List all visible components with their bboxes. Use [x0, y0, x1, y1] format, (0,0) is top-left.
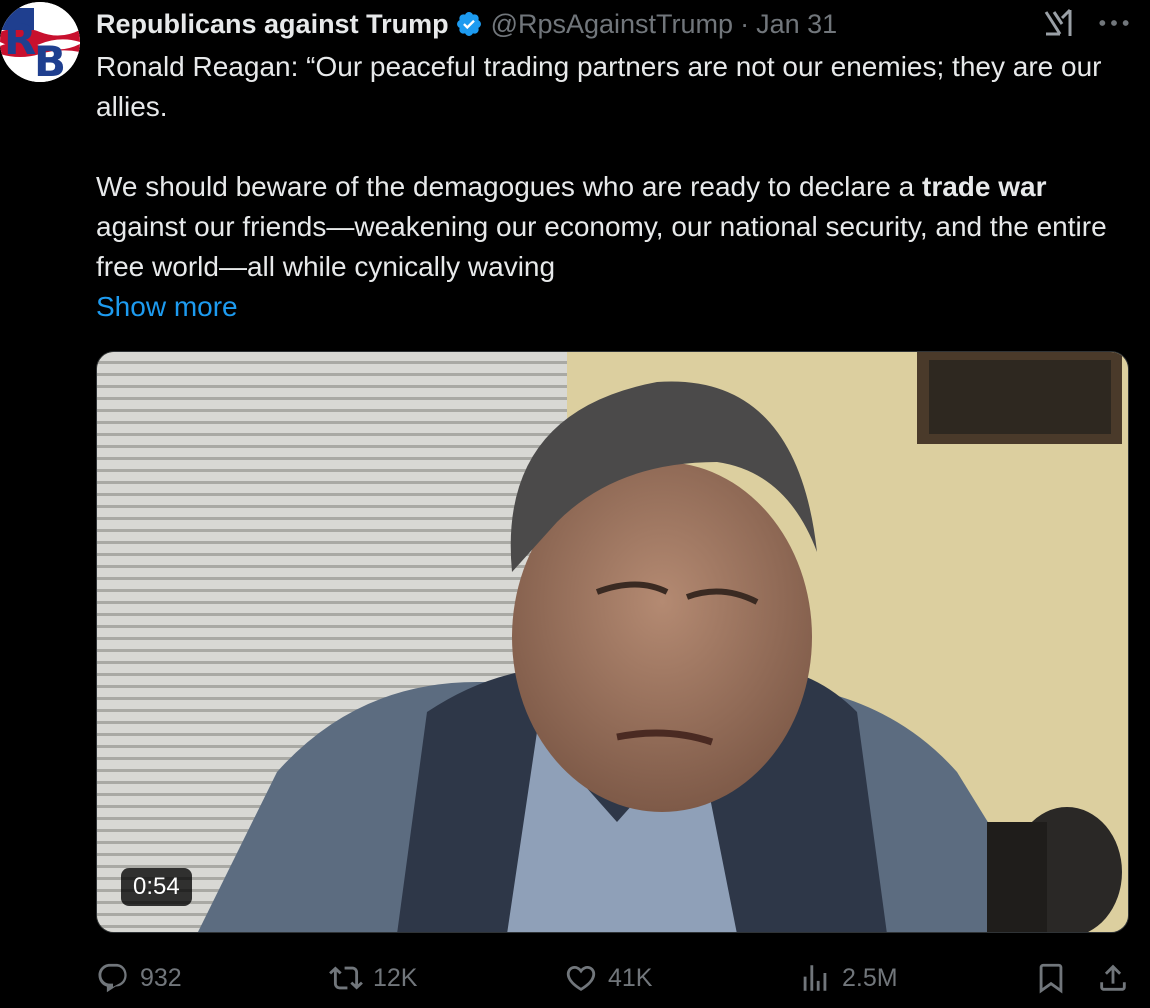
- views-button[interactable]: 2.5M: [798, 955, 898, 1001]
- like-count: 41K: [608, 963, 653, 992]
- show-more-link[interactable]: Show more: [96, 287, 238, 327]
- bookmark-button[interactable]: [1034, 955, 1068, 1001]
- tweet-bold-phrase: trade war: [922, 171, 1047, 202]
- like-button[interactable]: 41K: [564, 955, 652, 1001]
- avatar[interactable]: R B: [0, 2, 80, 82]
- tweet-text: Ronald Reagan: “Our peaceful trading par…: [96, 47, 1141, 287]
- video-frame: [97, 352, 1128, 932]
- action-bar: 932 12K 41K 2.5M: [96, 955, 1136, 1001]
- separator: ·: [740, 8, 750, 39]
- verified-badge-icon[interactable]: [455, 10, 483, 38]
- tweet-paragraph-1: Ronald Reagan: “Our peaceful trading par…: [96, 51, 1102, 122]
- share-icon: [1100, 964, 1126, 991]
- like-icon: [566, 965, 596, 991]
- views-icon: [803, 965, 827, 991]
- reply-icon: [98, 963, 127, 993]
- repost-icon: [329, 966, 363, 990]
- bookmark-icon: [1039, 963, 1063, 994]
- grok-icon[interactable]: [1040, 4, 1078, 42]
- svg-text:B: B: [34, 37, 66, 82]
- tweet-paragraph-2: We should beware of the demagogues who a…: [96, 167, 1141, 287]
- video-player[interactable]: 0:54: [96, 351, 1129, 933]
- share-button[interactable]: [1096, 955, 1130, 1001]
- author-name[interactable]: Republicans against Trump: [96, 9, 449, 40]
- reply-button[interactable]: 932: [96, 955, 182, 1001]
- svg-text:R: R: [4, 15, 36, 64]
- repost-count: 12K: [373, 963, 418, 992]
- tweet-text-segment: We should beware of the demagogues who a…: [96, 171, 922, 202]
- tweet-date[interactable]: Jan 31: [756, 9, 837, 40]
- views-count: 2.5M: [842, 963, 898, 992]
- author-handle[interactable]: @RpsAgainstTrump: [491, 9, 734, 40]
- tweet-text-segment: against our friends—weakening our econom…: [96, 211, 1107, 282]
- reply-count: 932: [140, 963, 182, 992]
- video-duration: 0:54: [121, 868, 192, 906]
- avatar-logo: R B: [0, 2, 80, 82]
- repost-button[interactable]: 12K: [329, 955, 417, 1001]
- tweet-header: Republicans against Trump @RpsAgainstTru…: [96, 4, 837, 44]
- more-icon[interactable]: [1094, 4, 1134, 42]
